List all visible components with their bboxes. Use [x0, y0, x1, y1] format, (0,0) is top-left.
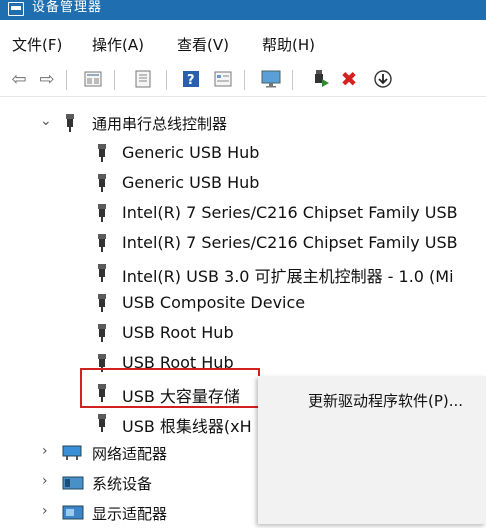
device-label: USB Root Hub [122, 323, 234, 342]
forward-arrow-icon[interactable]: ⇨ [34, 67, 60, 91]
menu-action[interactable]: 操作(A) [92, 34, 144, 55]
device-label: Intel(R) 7 Series/C216 Chipset Family US… [122, 233, 458, 252]
device-label: Generic USB Hub [122, 173, 260, 192]
update-icon[interactable] [130, 67, 156, 91]
menu-help[interactable]: 帮助(H) [262, 34, 315, 55]
system-device-icon [62, 475, 84, 491]
usb-plug-icon [66, 114, 74, 132]
category-label: 系统设备 [92, 475, 153, 493]
details-icon[interactable] [210, 67, 236, 91]
device-label: USB Composite Device [122, 293, 306, 312]
chevron-right-icon[interactable]: › [42, 443, 48, 459]
usb-plug-icon [98, 144, 106, 162]
device-manager-app-icon [8, 2, 24, 16]
usb-plug-icon [98, 234, 106, 252]
tree-device-item[interactable]: Intel(R) USB 3.0 可扩展主机控制器 - 1.0 (Mi [0, 258, 486, 288]
download-icon[interactable] [370, 67, 396, 91]
toolbar-separator [292, 70, 293, 90]
tree-device-item[interactable]: USB Composite Device [0, 288, 486, 318]
tree-device-item[interactable]: USB Root Hub [0, 318, 486, 348]
usb-plug-icon [98, 324, 106, 342]
toolbar-separator [166, 70, 167, 90]
device-label: Intel(R) USB 3.0 可扩展主机控制器 - 1.0 (Mi [122, 267, 454, 286]
usb-plug-icon [98, 204, 106, 222]
tree-device-item[interactable]: Generic USB Hub [0, 138, 486, 168]
category-label: 网络适配器 [92, 445, 168, 463]
back-arrow-icon[interactable]: ⇦ [6, 67, 32, 91]
menu-bar: 文件(F) 操作(A) 查看(V) 帮助(H) [0, 28, 486, 58]
svg-text:?: ? [187, 73, 195, 88]
window-title: 设备管理器 [32, 0, 103, 15]
title-bar: 设备管理器 [0, 0, 486, 20]
display-adapter-icon [62, 505, 84, 521]
menu-file[interactable]: 文件(F) [12, 34, 62, 55]
toolbar-separator [114, 70, 115, 90]
device-label: USB 根集线器(xH [122, 417, 252, 436]
monitor-icon[interactable] [258, 67, 284, 91]
uninstall-x-icon[interactable]: ✖ [336, 67, 362, 91]
usb-plug-icon [98, 174, 106, 192]
usb-plug-icon [98, 414, 106, 432]
device-label: Intel(R) 7 Series/C216 Chipset Family US… [122, 203, 458, 222]
context-menu-update-driver[interactable]: 更新驱动程序软件(P)... [308, 390, 463, 411]
network-adapter-icon [62, 445, 84, 461]
menu-view[interactable]: 查看(V) [177, 34, 229, 55]
toolbar: ⇦ ⇨ ? ✖ [0, 62, 486, 97]
chevron-right-icon[interactable]: › [42, 503, 48, 519]
chevron-right-icon[interactable]: › [42, 473, 48, 489]
tree-device-item[interactable]: Intel(R) 7 Series/C216 Chipset Family US… [0, 198, 486, 228]
usb-plug-icon [98, 264, 106, 282]
toolbar-separator [244, 70, 245, 90]
tree-device-item[interactable]: Intel(R) 7 Series/C216 Chipset Family US… [0, 228, 486, 258]
usb-plug-icon [98, 294, 106, 312]
enable-device-icon[interactable] [308, 67, 334, 91]
category-label: 通用串行总线控制器 [92, 115, 228, 133]
tree-category-usb-controllers[interactable]: ⌄ 通用串行总线控制器 [0, 108, 486, 138]
category-label: 显示适配器 [92, 505, 168, 523]
help-icon[interactable]: ? [178, 67, 204, 91]
selection-highlight-box [80, 368, 260, 408]
toolbar-separator [66, 70, 67, 90]
chevron-down-icon[interactable]: ⌄ [40, 113, 52, 129]
properties-icon[interactable] [80, 67, 106, 91]
context-menu: 更新驱动程序软件(P)... [258, 376, 486, 524]
tree-device-item[interactable]: Generic USB Hub [0, 168, 486, 198]
device-label: Generic USB Hub [122, 143, 260, 162]
